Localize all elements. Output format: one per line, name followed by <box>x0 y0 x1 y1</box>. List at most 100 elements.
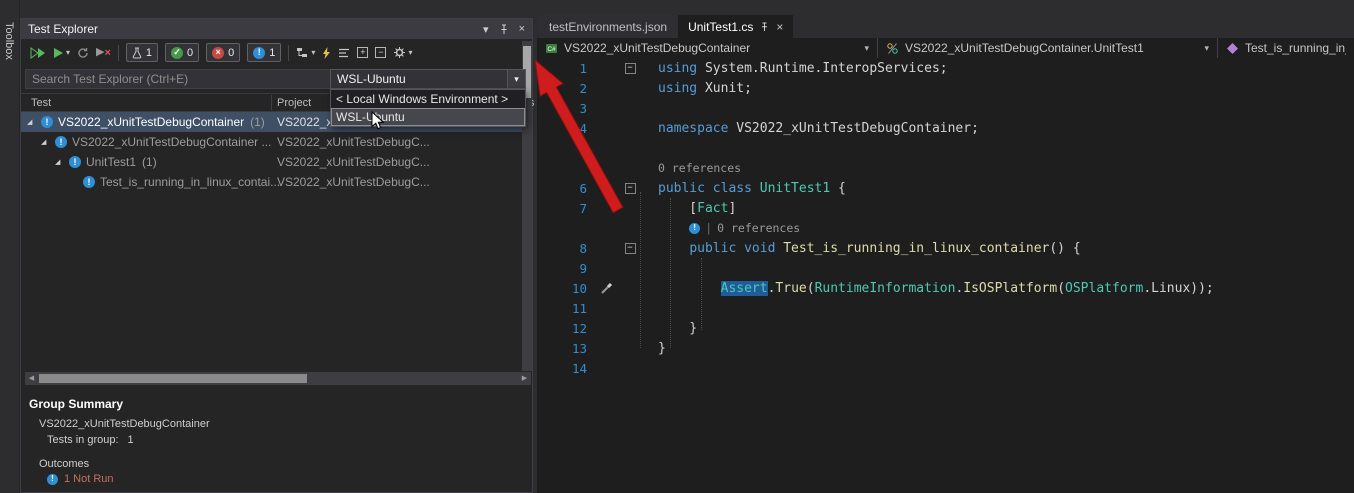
pin-icon[interactable] <box>499 24 509 35</box>
codelens[interactable]: !|0 references <box>658 221 800 235</box>
group-summary-title: Group Summary <box>29 397 123 411</box>
pin-icon[interactable] <box>760 22 769 32</box>
tree-expander-icon[interactable]: ◢ <box>55 158 64 166</box>
collapse-icon[interactable]: − <box>625 183 636 194</box>
run-button[interactable]: ▾ <box>53 47 70 59</box>
check-icon: ✓ <box>171 47 183 59</box>
close-icon[interactable]: × <box>776 20 783 34</box>
tree-expander-icon[interactable]: ◢ <box>27 118 36 126</box>
group-by-button[interactable]: ▾ <box>296 47 315 58</box>
close-icon[interactable]: × <box>519 23 525 35</box>
environment-option[interactable]: < Local Windows Environment > <box>331 90 525 108</box>
expand-all-button[interactable]: + <box>357 47 368 58</box>
settings-button[interactable]: ▾ <box>393 46 412 59</box>
tree-expander-icon[interactable]: ◢ <box>41 138 50 146</box>
failed-count: 0 <box>228 47 234 59</box>
line-number: 11 <box>537 301 597 316</box>
project-name: VS2022_xUnitTestDebugC... <box>277 152 430 172</box>
code-line: 1−using System.Runtime.InteropServices; <box>537 58 1354 78</box>
test-tree-row[interactable]: ◢!UnitTest1(1)VS2022_xUnitTestDebugC... <box>21 152 532 172</box>
repeat-run-button[interactable] <box>77 47 89 59</box>
code-line: 4 namespace VS2022_xUnitTestDebugContaine… <box>537 118 1354 138</box>
test-tree-row[interactable]: ◢!Test_is_running_in_linux_contai...VS20… <box>21 172 532 192</box>
environment-combobox[interactable]: WSL-Ubuntu ▾ <box>330 69 526 89</box>
line-number: 13 <box>537 341 597 356</box>
codelens-row: 0 references <box>537 158 1354 178</box>
line-number: 3 <box>537 101 597 116</box>
passed-badge[interactable]: ✓ 0 <box>165 43 199 62</box>
navigation-bar: C#VS2022_xUnitTestDebugContainer▾VS2022_… <box>537 38 1354 58</box>
group-name: VS2022_xUnitTestDebugContainer <box>39 418 210 430</box>
not-run-icon: ! <box>83 176 95 188</box>
not-run-text[interactable]: 1 Not Run <box>64 473 114 485</box>
test-explorer-titlebar[interactable]: Test Explorer ▾ × <box>21 19 532 39</box>
fail-x-icon: × <box>212 47 224 59</box>
not-run-icon: ! <box>55 136 67 148</box>
total-count: 1 <box>146 47 152 59</box>
navbar-dropdown[interactable]: VS2022_xUnitTestDebugContainer.UnitTest1… <box>878 38 1218 58</box>
collapse-all-button[interactable]: − <box>375 47 386 58</box>
environment-option[interactable]: WSL-Ubuntu <box>331 108 525 126</box>
column-divider[interactable] <box>271 95 272 110</box>
visual-studio-window: Toolbox Test Explorer ▾ × ▾ ▶× 1 ✓ 0 <box>0 0 1354 493</box>
test-name: VS2022_xUnitTestDebugContainer ... <box>72 135 271 149</box>
horizontal-scrollbar[interactable]: ◀ ▶ <box>25 372 531 385</box>
tab-label: UnitTest1.cs <box>688 20 753 34</box>
line-number: 9 <box>537 261 597 276</box>
test-tree-row[interactable]: ◢!VS2022_xUnitTestDebugContainer ...VS20… <box>21 132 532 152</box>
chevron-down-icon: ▾ <box>311 48 315 57</box>
column-header-test[interactable]: Test <box>31 97 51 109</box>
run-all-button[interactable] <box>30 47 46 59</box>
window-position-chevron-icon[interactable]: ▾ <box>483 23 489 36</box>
code-line: 13} <box>537 338 1354 358</box>
navbar-dropdown[interactable]: C#VS2022_xUnitTestDebugContainer▾ <box>537 38 878 58</box>
lightning-button[interactable] <box>322 47 331 59</box>
line-number: 6 <box>537 181 597 196</box>
editor-tab[interactable]: testEnvironments.json <box>539 15 677 38</box>
line-number: 4 <box>537 121 597 136</box>
scroll-right-arrow-icon[interactable]: ▶ <box>518 372 531 385</box>
scrollbar-thumb[interactable] <box>39 374 307 383</box>
editor-tab[interactable]: UnitTest1.cs × <box>678 15 793 38</box>
column-header-project[interactable]: Project <box>277 97 311 109</box>
collapse-icon[interactable]: − <box>625 63 636 74</box>
code-text: public class UnitTest1 { <box>645 181 846 196</box>
failed-badge[interactable]: × 0 <box>206 43 240 62</box>
not-run-icon: ! <box>69 156 81 168</box>
outcome-not-run: ! 1 Not Run <box>47 473 114 485</box>
beaker-icon <box>132 47 142 59</box>
test-wand-icon <box>597 282 615 295</box>
cancel-run-button[interactable]: ▶× <box>96 47 111 59</box>
code-line: 5 <box>537 138 1354 158</box>
toolbox-tab[interactable]: Toolbox <box>3 22 15 60</box>
editor-tabs: testEnvironments.json UnitTest1.cs × <box>539 15 794 38</box>
navbar-dropdown[interactable]: Test_is_running_in_lin <box>1218 38 1354 58</box>
test-name: Test_is_running_in_linux_contai... <box>100 175 280 189</box>
code-text: using System.Runtime.InteropServices; <box>645 61 948 76</box>
fold-margin: − <box>615 243 645 254</box>
project-icon: C# <box>545 42 558 55</box>
navbar-label: VS2022_xUnitTestDebugContainer.UnitTest1 <box>905 41 1144 55</box>
not-run-count: 1 <box>269 47 275 59</box>
scroll-left-arrow-icon[interactable]: ◀ <box>25 372 38 385</box>
total-tests-badge[interactable]: 1 <box>126 43 158 62</box>
code-line: 14 <box>537 358 1354 378</box>
method-icon <box>1226 42 1239 55</box>
not-run-badge[interactable]: ! 1 <box>247 43 281 62</box>
combobox-dropdown-button[interactable]: ▾ <box>507 70 525 88</box>
line-number: 7 <box>537 201 597 216</box>
line-number: 5 <box>537 141 597 156</box>
code-text: [Fact] <box>645 201 736 216</box>
collapse-icon[interactable]: − <box>625 243 636 254</box>
line-number: 12 <box>537 321 597 336</box>
code-text: } <box>645 321 697 336</box>
playlist-button[interactable] <box>338 48 350 58</box>
not-run-icon: ! <box>41 116 53 128</box>
code-text: namespace VS2022_xUnitTestDebugContainer… <box>645 121 979 136</box>
codelens-text: 0 references <box>658 161 741 175</box>
navbar-label: Test_is_running_in_lin <box>1245 41 1346 55</box>
code-text: Assert.True(RuntimeInformation.IsOSPlatf… <box>645 281 1214 296</box>
codelens[interactable]: 0 references <box>658 161 741 175</box>
chevron-down-icon: ▾ <box>858 43 869 54</box>
code-area[interactable]: 1−using System.Runtime.InteropServices;2… <box>537 58 1354 493</box>
